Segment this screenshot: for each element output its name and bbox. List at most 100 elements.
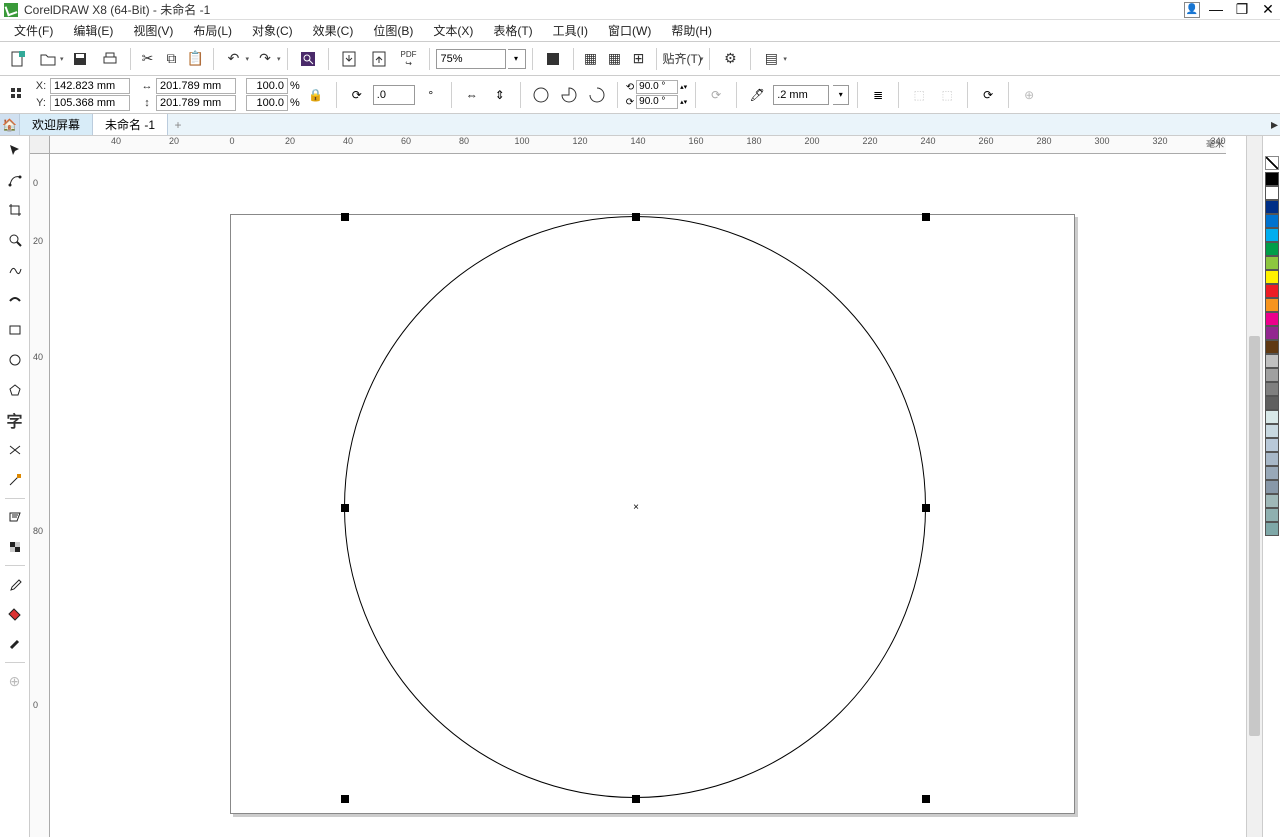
- y-input[interactable]: 105.368 mm: [50, 95, 130, 111]
- eyedropper-tool[interactable]: [3, 572, 27, 596]
- user-account-icon[interactable]: 👤: [1184, 2, 1200, 18]
- color-swatch-11[interactable]: [1265, 326, 1279, 340]
- direction-button[interactable]: ⟳: [704, 83, 728, 107]
- handle-nw[interactable]: [341, 213, 349, 221]
- export-button[interactable]: [365, 46, 393, 72]
- scale-y-input[interactable]: 100.0: [246, 95, 288, 111]
- redo-button[interactable]: ↷: [251, 46, 279, 72]
- color-swatch-8[interactable]: [1265, 284, 1279, 298]
- tab-overflow-icon[interactable]: ▸: [1271, 116, 1278, 133]
- drop-shadow-tool[interactable]: [3, 505, 27, 529]
- open-button[interactable]: [34, 46, 62, 72]
- color-swatch-3[interactable]: [1265, 214, 1279, 228]
- transparency-tool[interactable]: [3, 535, 27, 559]
- height-input[interactable]: 201.789 mm: [156, 95, 236, 111]
- back-minus-front-button[interactable]: ⬚: [935, 83, 959, 107]
- width-input[interactable]: 201.789 mm: [156, 78, 236, 94]
- redo-dropdown-icon[interactable]: ▾: [277, 55, 281, 63]
- menu-edit[interactable]: 编辑(E): [63, 22, 123, 39]
- wrap-text-button[interactable]: ≣: [866, 83, 890, 107]
- menu-help[interactable]: 帮助(H): [661, 22, 722, 39]
- handle-se[interactable]: [922, 795, 930, 803]
- color-swatch-19[interactable]: [1265, 438, 1279, 452]
- add-tab-button[interactable]: +: [168, 114, 188, 135]
- ellipse-tool[interactable]: [3, 348, 27, 372]
- menu-file[interactable]: 文件(F): [4, 22, 63, 39]
- color-swatch-5[interactable]: [1265, 242, 1279, 256]
- fill-tool[interactable]: [3, 602, 27, 626]
- color-swatch-1[interactable]: [1265, 186, 1279, 200]
- color-swatch-15[interactable]: [1265, 382, 1279, 396]
- undo-button[interactable]: ↶: [220, 46, 248, 72]
- color-swatch-12[interactable]: [1265, 340, 1279, 354]
- no-color-swatch[interactable]: [1265, 156, 1279, 170]
- front-minus-back-button[interactable]: ⬚: [907, 83, 931, 107]
- menu-bitmap[interactable]: 位图(B): [363, 22, 423, 39]
- show-rulers-button[interactable]: ▦: [580, 46, 602, 72]
- color-swatch-25[interactable]: [1265, 522, 1279, 536]
- color-swatch-13[interactable]: [1265, 354, 1279, 368]
- cut-button[interactable]: ✂: [137, 46, 159, 72]
- undo-dropdown-icon[interactable]: ▾: [246, 55, 250, 63]
- minimize-button[interactable]: —: [1208, 2, 1224, 18]
- pdf-button[interactable]: PDF↪: [395, 46, 423, 72]
- home-tab-icon[interactable]: 🏠: [0, 114, 20, 135]
- color-swatch-20[interactable]: [1265, 452, 1279, 466]
- outline-width-input[interactable]: [773, 85, 829, 105]
- color-swatch-0[interactable]: [1265, 172, 1279, 186]
- color-swatch-18[interactable]: [1265, 424, 1279, 438]
- snap-to-button[interactable]: 贴齐(T): [663, 46, 702, 72]
- color-swatch-2[interactable]: [1265, 200, 1279, 214]
- tab-welcome[interactable]: 欢迎屏幕: [20, 114, 93, 135]
- handle-e[interactable]: [922, 504, 930, 512]
- quick-customize-button[interactable]: ⊕: [1017, 83, 1041, 107]
- color-swatch-23[interactable]: [1265, 494, 1279, 508]
- menu-text[interactable]: 文本(X): [423, 22, 483, 39]
- open-dropdown-icon[interactable]: ▾: [60, 55, 64, 63]
- mirror-v-button[interactable]: ⇕: [488, 83, 512, 107]
- convert-to-curves-button[interactable]: ⟳: [976, 83, 1000, 107]
- color-swatch-22[interactable]: [1265, 480, 1279, 494]
- vertical-scrollbar[interactable]: [1246, 136, 1262, 837]
- handle-ne[interactable]: [922, 213, 930, 221]
- ruler-origin[interactable]: [30, 136, 50, 154]
- x-input[interactable]: 142.823 mm: [50, 78, 130, 94]
- smart-fill-tool[interactable]: [3, 632, 27, 656]
- lock-ratio-button[interactable]: 🔒: [304, 83, 328, 107]
- handle-s[interactable]: [632, 795, 640, 803]
- launch-dropdown-icon[interactable]: ▾: [783, 55, 787, 63]
- copy-button[interactable]: ⧉: [161, 46, 183, 72]
- zoom-dropdown-button[interactable]: ▾: [508, 49, 526, 69]
- handle-n[interactable]: [632, 213, 640, 221]
- menu-layout[interactable]: 布局(L): [183, 22, 242, 39]
- options-button[interactable]: ⚙: [716, 46, 744, 72]
- show-grid-button[interactable]: ▦: [604, 46, 626, 72]
- menu-table[interactable]: 表格(T): [483, 22, 542, 39]
- arc-end-input[interactable]: 90.0 °: [636, 95, 678, 109]
- pie-type-button[interactable]: [557, 83, 581, 107]
- outline-dropdown-button[interactable]: ▾: [833, 85, 849, 105]
- close-button[interactable]: ✕: [1260, 2, 1276, 18]
- scrollbar-thumb[interactable]: [1249, 336, 1260, 736]
- import-button[interactable]: [335, 46, 363, 72]
- text-tool[interactable]: 字: [3, 408, 27, 432]
- color-swatch-14[interactable]: [1265, 368, 1279, 382]
- snap-dropdown-icon[interactable]: ▾: [700, 55, 704, 63]
- launch-button[interactable]: ▤: [757, 46, 785, 72]
- color-swatch-9[interactable]: [1265, 298, 1279, 312]
- scale-x-input[interactable]: 100.0: [246, 78, 288, 94]
- color-swatch-7[interactable]: [1265, 270, 1279, 284]
- canvas-area[interactable]: 40 20 0 20 40 60 80 100 120 140 160 180 …: [30, 136, 1246, 837]
- dimension-tool[interactable]: [3, 468, 27, 492]
- shape-tool[interactable]: [3, 168, 27, 192]
- handle-center[interactable]: ×: [632, 504, 640, 512]
- color-swatch-21[interactable]: [1265, 466, 1279, 480]
- menu-tools[interactable]: 工具(I): [543, 22, 598, 39]
- zoom-input[interactable]: [436, 49, 506, 69]
- polygon-tool[interactable]: [3, 378, 27, 402]
- fullscreen-preview-button[interactable]: [539, 46, 567, 72]
- arc-start-input[interactable]: 90.0 °: [636, 80, 678, 94]
- handle-w[interactable]: [341, 504, 349, 512]
- maximize-button[interactable]: ❐: [1234, 2, 1250, 18]
- menu-effects[interactable]: 效果(C): [303, 22, 364, 39]
